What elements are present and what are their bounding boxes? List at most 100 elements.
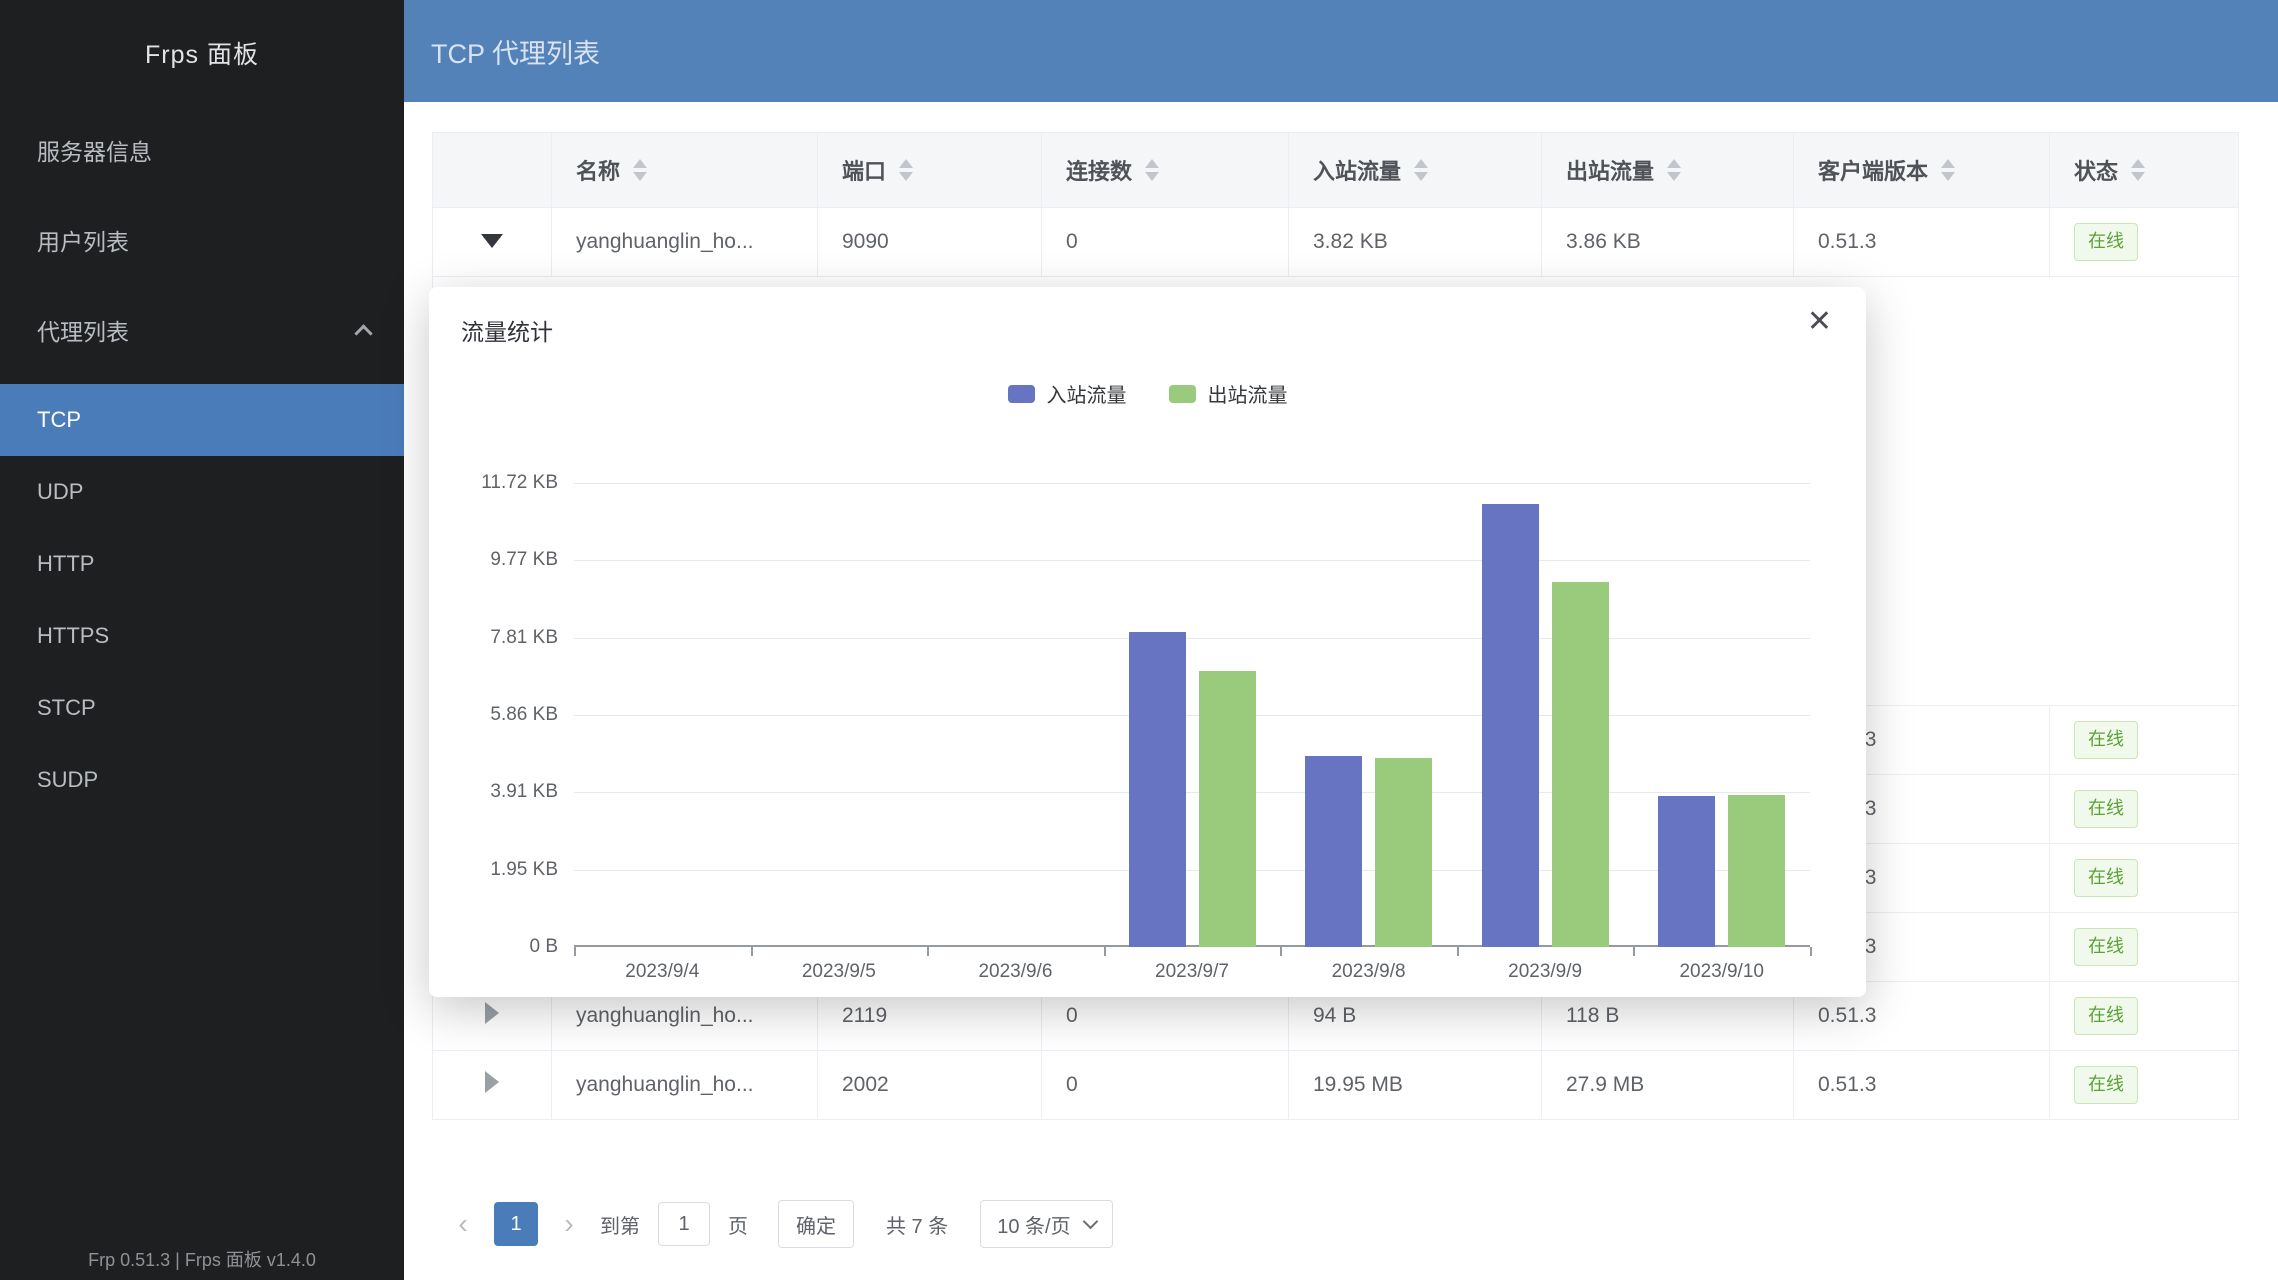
sidebar-item-server-info[interactable]: 服务器信息: [0, 105, 404, 195]
table-row: yanghuanglin_ho...2002019.95 MB27.9 MB0.…: [433, 1051, 2239, 1120]
sidebar-item-label: 用户列表: [37, 223, 129, 257]
sort-icons[interactable]: [899, 159, 913, 181]
sort-ascending-icon[interactable]: [1941, 159, 1955, 168]
column-header-client_version[interactable]: 客户端版本: [1794, 133, 2050, 208]
status-badge: 在线: [2074, 790, 2138, 827]
jump-suffix-label: 页: [728, 1210, 748, 1239]
pagination: ‹ 1 › 到第 页 确定 共 7 条 10 条/页: [448, 1200, 1113, 1248]
y-tick-label: 1.95 KB: [408, 859, 558, 881]
prev-page-button[interactable]: ‹: [448, 1210, 478, 1238]
cell-client_version: 0.51.3: [1794, 1051, 2050, 1120]
legend-item-inbound[interactable]: 入站流量: [1008, 379, 1127, 408]
category-group: [751, 483, 928, 947]
sidebar-item-label: 代理列表: [37, 313, 129, 347]
category-group: [1104, 483, 1281, 947]
expand-row-icon[interactable]: [485, 1002, 499, 1024]
sort-descending-icon[interactable]: [2131, 172, 2145, 181]
x-tick-label: 2023/9/4: [574, 961, 751, 983]
sort-descending-icon[interactable]: [1667, 172, 1681, 181]
sort-descending-icon[interactable]: [899, 172, 913, 181]
column-header-connections[interactable]: 连接数: [1042, 133, 1289, 208]
total-count-label: 共 7 条: [886, 1210, 948, 1239]
sort-ascending-icon[interactable]: [1145, 159, 1159, 168]
sort-descending-icon[interactable]: [1941, 172, 1955, 181]
x-tick-label: 2023/9/7: [1104, 961, 1281, 983]
sort-icons[interactable]: [1145, 159, 1159, 181]
sidebar-item-sudp[interactable]: SUDP: [0, 744, 404, 816]
cell-status: 在线: [2050, 913, 2239, 982]
page-title: TCP 代理列表: [431, 32, 600, 71]
app-title: Frps 面板: [0, 0, 404, 105]
sidebar-item-proxy-list[interactable]: 代理列表: [0, 285, 404, 375]
category-group: [574, 483, 751, 947]
column-header-traffic_in[interactable]: 入站流量: [1289, 133, 1542, 208]
bars-area: [574, 483, 1810, 947]
inbound-bar: [1482, 504, 1539, 947]
table-header-row: 名称端口连接数入站流量出站流量客户端版本状态: [433, 133, 2239, 208]
cell-port: 2002: [818, 1051, 1042, 1120]
category-group: [927, 483, 1104, 947]
status-badge: 在线: [2074, 859, 2138, 896]
sidebar-item-udp[interactable]: UDP: [0, 456, 404, 528]
column-header-name[interactable]: 名称: [552, 133, 818, 208]
sidebar: Frps 面板 服务器信息用户列表代理列表 TCPUDPHTTPHTTPSSTCP…: [0, 0, 404, 1280]
collapse-row-icon[interactable]: [481, 234, 503, 248]
y-tick-label: 3.91 KB: [408, 781, 558, 803]
sort-ascending-icon[interactable]: [633, 159, 647, 168]
column-header-status[interactable]: 状态: [2050, 133, 2239, 208]
sort-ascending-icon[interactable]: [1667, 159, 1681, 168]
next-page-button[interactable]: ›: [554, 1210, 584, 1238]
page-jump-input[interactable]: [658, 1202, 710, 1246]
x-axis-tick: [1810, 947, 1812, 956]
column-header-port[interactable]: 端口: [818, 133, 1042, 208]
sort-icons[interactable]: [1667, 159, 1681, 181]
sort-icons[interactable]: [1414, 159, 1428, 181]
sidebar-item-user-list[interactable]: 用户列表: [0, 195, 404, 285]
category-group: [1457, 483, 1634, 947]
outbound-bar: [1552, 582, 1609, 947]
y-tick-label: 5.86 KB: [408, 704, 558, 726]
confirm-button[interactable]: 确定: [778, 1200, 854, 1248]
sort-ascending-icon[interactable]: [899, 159, 913, 168]
page-size-select[interactable]: 10 条/页: [980, 1200, 1112, 1248]
jump-prefix-label: 到第: [600, 1210, 640, 1239]
sort-descending-icon[interactable]: [1145, 172, 1159, 181]
legend-item-outbound[interactable]: 出站流量: [1169, 379, 1288, 408]
sidebar-item-tcp[interactable]: TCP: [0, 384, 404, 456]
sort-icons[interactable]: [1941, 159, 1955, 181]
sort-ascending-icon[interactable]: [1414, 159, 1428, 168]
outbound-bar: [1728, 795, 1785, 947]
sort-descending-icon[interactable]: [1414, 172, 1428, 181]
x-axis-tick: [1633, 947, 1635, 956]
cell-status: 在线: [2050, 1051, 2239, 1120]
sort-descending-icon[interactable]: [633, 172, 647, 181]
legend-label: 出站流量: [1208, 379, 1288, 408]
y-tick-label: 7.81 KB: [408, 627, 558, 649]
sidebar-item-https[interactable]: HTTPS: [0, 600, 404, 672]
x-axis-tick: [751, 947, 753, 956]
cell-status: 在线: [2050, 982, 2239, 1051]
sidebar-item-http[interactable]: HTTP: [0, 528, 404, 600]
sidebar-item-stcp[interactable]: STCP: [0, 672, 404, 744]
outbound-bar: [1375, 758, 1432, 947]
y-tick-label: 11.72 KB: [408, 472, 558, 494]
cell-traffic_in: 3.82 KB: [1289, 208, 1542, 277]
chart-legend: 入站流量 出站流量: [429, 379, 1866, 408]
expand-row-icon[interactable]: [485, 1071, 499, 1093]
cell-traffic_out: 3.86 KB: [1542, 208, 1794, 277]
cell-status: 在线: [2050, 844, 2239, 913]
y-tick-label: 9.77 KB: [408, 549, 558, 571]
cell-name: yanghuanglin_ho...: [552, 208, 818, 277]
modal-title: 流量统计: [461, 313, 553, 347]
x-tick-label: 2023/9/5: [751, 961, 928, 983]
cell-port: 9090: [818, 208, 1042, 277]
inbound-bar: [1305, 756, 1362, 947]
column-header-traffic_out[interactable]: 出站流量: [1542, 133, 1794, 208]
sort-icons[interactable]: [633, 159, 647, 181]
sort-ascending-icon[interactable]: [2131, 159, 2145, 168]
column-header-expand: [433, 133, 552, 208]
status-badge: 在线: [2074, 223, 2138, 260]
sort-icons[interactable]: [2131, 159, 2145, 181]
page-1-button[interactable]: 1: [494, 1202, 538, 1246]
close-icon[interactable]: ✕: [1807, 307, 1832, 337]
